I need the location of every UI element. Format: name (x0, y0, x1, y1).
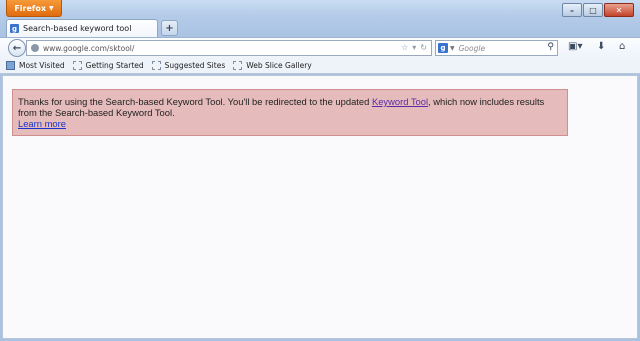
tab-search-based-keyword-tool[interactable]: g Search-based keyword tool (6, 19, 158, 37)
tab-title: Search-based keyword tool (23, 24, 132, 33)
redirect-notice: Thanks for using the Search-based Keywor… (12, 89, 568, 136)
keyword-tool-link[interactable]: Keyword Tool (372, 96, 428, 107)
learn-more-link[interactable]: Learn more (18, 118, 66, 129)
google-favicon-icon: g (10, 24, 19, 33)
search-bar[interactable]: g ▼ Google ⚲ (435, 40, 558, 56)
close-icon[interactable]: ✕ (604, 3, 634, 17)
url-bar[interactable]: www.google.com/sktool/ ☆ ▾ ↻ (26, 40, 432, 56)
back-arrow-icon[interactable]: ← (8, 39, 26, 57)
home-icon[interactable]: ⌂ (619, 41, 625, 52)
bookmark-label: Getting Started (85, 61, 144, 70)
page-content: Thanks for using the Search-based Keywor… (2, 75, 638, 339)
bookmark-label: Suggested Sites (164, 61, 226, 70)
search-magnifier-icon[interactable]: ⚲ (547, 42, 554, 52)
star-icon[interactable]: ☆ (401, 43, 408, 52)
navigation-toolbar: ← www.google.com/sktool/ ☆ ▾ ↻ g ▼ Googl… (0, 37, 640, 59)
url-text: www.google.com/sktool/ (43, 43, 135, 53)
globe-icon (31, 44, 39, 52)
google-engine-icon[interactable]: g (438, 43, 448, 53)
bookmark-icon (151, 61, 161, 70)
dropdown-arrow-icon[interactable]: ▾ (412, 43, 416, 52)
reload-icon[interactable]: ↻ (420, 43, 427, 52)
bookmark-icon (233, 61, 243, 70)
chevron-down-icon[interactable]: ▼ (450, 45, 455, 52)
notice-text-before: Thanks for using the Search-based Keywor… (18, 96, 372, 107)
bookmark-icon (72, 61, 82, 70)
window-controls: – □ ✕ (561, 3, 634, 17)
maximize-icon[interactable]: □ (583, 3, 603, 17)
bookmark-suggested-sites[interactable]: Suggested Sites (151, 61, 226, 70)
most-visited-icon (6, 61, 15, 70)
chevron-down-icon: ▼ (49, 4, 54, 12)
bookmarks-toolbar: Most Visited Getting Started Suggested S… (0, 58, 640, 74)
bookmarks-menu-icon[interactable]: ▣▾ (568, 41, 582, 52)
minimize-icon[interactable]: – (562, 3, 582, 17)
bookmark-web-slice-gallery[interactable]: Web Slice Gallery (233, 61, 312, 70)
firefox-menu-button[interactable]: Firefox ▼ (6, 0, 62, 17)
new-tab-button[interactable]: + (161, 20, 178, 36)
search-placeholder: Google (458, 43, 486, 53)
bookmark-most-visited[interactable]: Most Visited (6, 61, 65, 70)
bookmark-label: Most Visited (19, 61, 65, 70)
browser-window: Firefox ▼ – □ ✕ g Search-based keyword t… (0, 0, 640, 341)
firefox-menu-label: Firefox (14, 3, 47, 13)
bookmark-label: Web Slice Gallery (246, 61, 312, 70)
bookmark-getting-started[interactable]: Getting Started (72, 61, 144, 70)
downloads-icon[interactable]: ⬇ (597, 41, 605, 52)
